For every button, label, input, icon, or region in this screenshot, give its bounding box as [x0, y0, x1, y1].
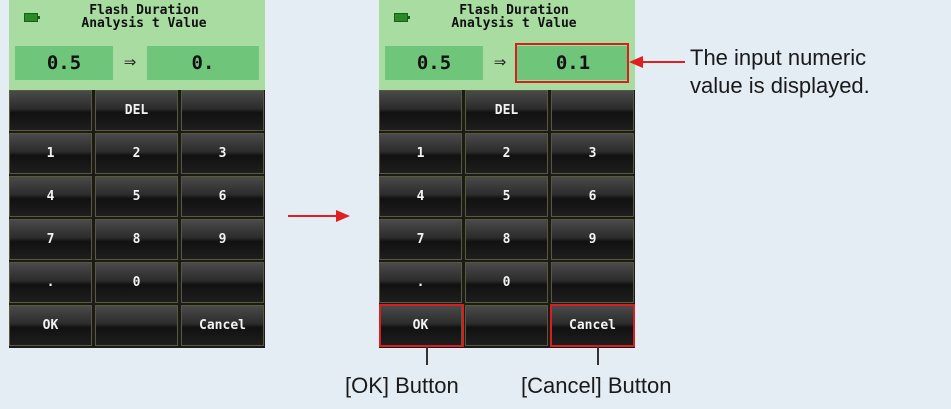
cancel-callout-line: [597, 347, 599, 365]
key-0[interactable]: 0: [465, 262, 548, 303]
screen-title: Flash Duration Analysis t Value: [39, 4, 249, 30]
key-7[interactable]: 7: [9, 219, 92, 260]
input-value-highlight: [515, 43, 629, 83]
screen-header: Flash Duration Analysis t Value 0.5 ⇒ 0.: [9, 0, 265, 90]
key-5[interactable]: 5: [95, 176, 178, 217]
key-5[interactable]: 5: [465, 176, 548, 217]
key-decimal[interactable]: .: [379, 262, 462, 303]
delete-button[interactable]: DEL: [465, 90, 548, 131]
key-blank: [9, 90, 92, 131]
right-arrow-icon: ⇒: [493, 54, 507, 71]
key-3[interactable]: 3: [181, 133, 264, 174]
key-9[interactable]: 9: [551, 219, 634, 260]
key-blank: [465, 305, 548, 346]
key-2[interactable]: 2: [95, 133, 178, 174]
key-blank: [95, 305, 178, 346]
ok-callout-line: [426, 347, 428, 365]
key-3[interactable]: 3: [551, 133, 634, 174]
key-blank: [551, 262, 634, 303]
ok-button-highlight: [379, 304, 464, 347]
key-6[interactable]: 6: [551, 176, 634, 217]
title-line-2: Analysis t Value: [451, 16, 577, 31]
delete-button[interactable]: DEL: [95, 90, 178, 131]
key-9[interactable]: 9: [181, 219, 264, 260]
key-4[interactable]: 4: [379, 176, 462, 217]
key-0[interactable]: 0: [95, 262, 178, 303]
key-blank: [181, 262, 264, 303]
key-2[interactable]: 2: [465, 133, 548, 174]
battery-icon: [24, 13, 40, 22]
annotation-value: The input numeric value is displayed.: [690, 44, 870, 100]
input-value-display: 0.: [147, 46, 259, 80]
pointer-arrow-icon: [629, 56, 685, 68]
annotation-value-line-1: The input numeric: [690, 45, 867, 70]
ok-button[interactable]: OK: [9, 305, 92, 346]
key-decimal[interactable]: .: [9, 262, 92, 303]
cancel-button[interactable]: Cancel: [181, 305, 264, 346]
key-8[interactable]: 8: [465, 219, 548, 260]
key-blank: [379, 90, 462, 131]
cancel-button-highlight: [550, 304, 635, 347]
right-arrow-icon: ⇒: [123, 54, 137, 71]
battery-icon: [394, 13, 410, 22]
keypad: DEL 1 2 3 4 5 6 7 8 9. 0 OK Cancel: [9, 90, 265, 348]
key-blank: [551, 90, 634, 131]
title-line-2: Analysis t Value: [81, 16, 207, 31]
cancel-button-caption: [Cancel] Button: [521, 373, 672, 398]
annotation-value-line-2: value is displayed.: [690, 73, 870, 98]
device-screen-before: Flash Duration Analysis t Value 0.5 ⇒ 0.…: [9, 0, 265, 348]
previous-value-display: 0.5: [15, 46, 113, 80]
key-1[interactable]: 1: [379, 133, 462, 174]
ok-button-caption: [OK] Button: [345, 373, 459, 398]
flow-arrow-icon: [288, 210, 350, 222]
screen-title: Flash Duration Analysis t Value: [409, 4, 619, 30]
key-8[interactable]: 8: [95, 219, 178, 260]
key-7[interactable]: 7: [379, 219, 462, 260]
key-1[interactable]: 1: [9, 133, 92, 174]
key-blank: [181, 90, 264, 131]
key-4[interactable]: 4: [9, 176, 92, 217]
previous-value-display: 0.5: [385, 46, 483, 80]
key-6[interactable]: 6: [181, 176, 264, 217]
